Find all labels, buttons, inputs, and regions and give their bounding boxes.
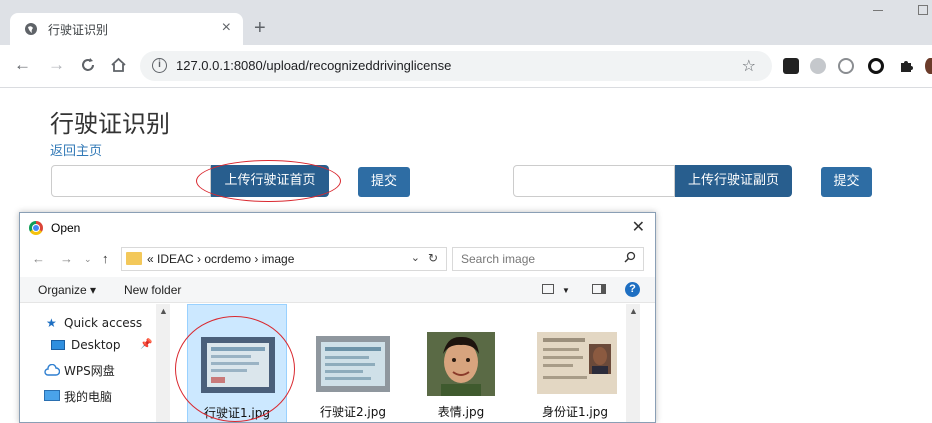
nav-my-computer[interactable]: 我的电脑 [64,388,112,405]
reload-icon[interactable] [80,57,96,73]
back-arrow-icon[interactable]: ← [14,55,31,75]
globe-icon [25,23,37,35]
bookmark-star-icon[interactable]: ☆ [742,56,756,76]
file-item[interactable]: 身份证1.jpg [525,304,625,422]
recent-locations-icon[interactable]: ⌄ [84,254,92,265]
address-bar[interactable]: i 127.0.0.1:8080/upload/recognizeddrivin… [140,51,772,81]
file-thumbnail [427,332,495,396]
puzzle-extensions-icon[interactable] [898,58,914,74]
browser-tab[interactable]: 行驶证识别 × [10,13,243,45]
cloud-icon [44,364,60,376]
dialog-search-input[interactable]: Search image [452,247,644,271]
dialog-address-row: ← → ⌄ ↑ « IDEAC › ocrdemo › image ⌄ ↻ Se… [20,245,655,273]
file-grid-scrollbar[interactable]: ▲ [626,304,640,422]
back-file-input[interactable] [513,165,675,197]
nav-quick-access[interactable]: Quick access [64,316,142,330]
help-icon[interactable]: ? [625,282,640,297]
nav-wps-cloud[interactable]: WPS网盘 [64,362,115,379]
new-tab-button[interactable]: + [254,18,266,38]
browser-toolbar: ← → i 127.0.0.1:8080/upload/recognizeddr… [0,45,932,88]
forward-arrow-icon[interactable]: → [48,55,65,75]
path-breadcrumb[interactable]: « IDEAC › ocrdemo › image [147,252,294,266]
nav-desktop[interactable]: Desktop [71,338,121,352]
dialog-titlebar: Open ✕ [20,213,655,243]
up-folder-icon[interactable]: ↑ [102,251,109,266]
file-item[interactable]: 表情.jpg [411,304,511,422]
nav-pane-scrollbar[interactable]: ▲ [156,304,170,422]
profile-avatar[interactable] [925,58,932,74]
window-minimize-button[interactable] [873,10,883,11]
view-options-icon[interactable] [542,284,554,294]
file-thumbnail [316,336,390,392]
extension-icon[interactable] [810,58,826,74]
desktop-icon [51,340,65,350]
path-dropdown-icon[interactable]: ⌄ [411,251,420,264]
file-thumbnail [537,332,617,394]
dialog-title: Open [51,221,81,235]
extension-icon[interactable] [838,58,854,74]
file-name: 表情.jpg [437,405,485,419]
folder-icon [126,252,142,265]
home-icon[interactable] [110,57,127,73]
back-submit-button[interactable]: 提交 [821,167,872,197]
star-icon: ★ [46,316,57,330]
organize-menu[interactable]: Organize ▾ [38,283,96,297]
page-title: 行驶证识别 [50,110,170,138]
info-icon[interactable]: i [152,58,167,73]
upload-back-button[interactable]: 上传行驶证副页 [675,165,792,197]
browser-tabstrip: 行驶证识别 × + [0,0,932,45]
search-placeholder: Search image [461,252,536,266]
open-file-dialog: Open ✕ ← → ⌄ ↑ « IDEAC › ocrdemo › image… [19,212,656,423]
computer-icon [44,390,60,401]
chrome-icon [29,221,43,235]
dialog-command-bar: Organize ▾ New folder ▼ ? [20,277,655,303]
scroll-up-icon[interactable]: ▲ [159,306,168,316]
tab-close-icon[interactable]: × [222,19,231,37]
preview-pane-icon[interactable] [592,284,606,294]
tab-title: 行驶证识别 [48,23,109,37]
dialog-forward-icon[interactable]: → [60,251,73,266]
highlight-ellipse [196,160,341,202]
scroll-up-icon[interactable]: ▲ [629,306,638,316]
home-link[interactable]: 返回主页 [50,140,102,159]
dialog-nav-pane: ★ Quick access Desktop 📌 WPS网盘 我的电脑 ▲ [20,304,170,422]
file-name: 行驶证2.jpg [319,405,387,419]
highlight-ellipse [175,316,295,422]
dialog-close-icon[interactable]: ✕ [632,217,645,237]
extension-icon[interactable] [868,58,884,74]
pin-icon: 📌 [140,339,153,350]
new-folder-button[interactable]: New folder [124,283,181,297]
window-maximize-button[interactable] [918,5,928,15]
dialog-back-icon[interactable]: ← [32,251,45,266]
refresh-icon[interactable]: ↻ [428,251,438,265]
url-text: 127.0.0.1:8080/upload/recognizeddrivingl… [176,58,452,73]
extension-icon[interactable] [783,58,799,74]
file-name: 身份证1.jpg [541,405,609,419]
search-icon [624,251,636,263]
front-file-input[interactable] [51,165,211,197]
front-submit-button[interactable]: 提交 [358,167,410,197]
view-dropdown-icon[interactable]: ▼ [562,286,570,295]
dialog-path-bar[interactable]: « IDEAC › ocrdemo › image ⌄ ↻ [121,247,447,271]
file-item[interactable]: 行驶证2.jpg [303,304,403,422]
